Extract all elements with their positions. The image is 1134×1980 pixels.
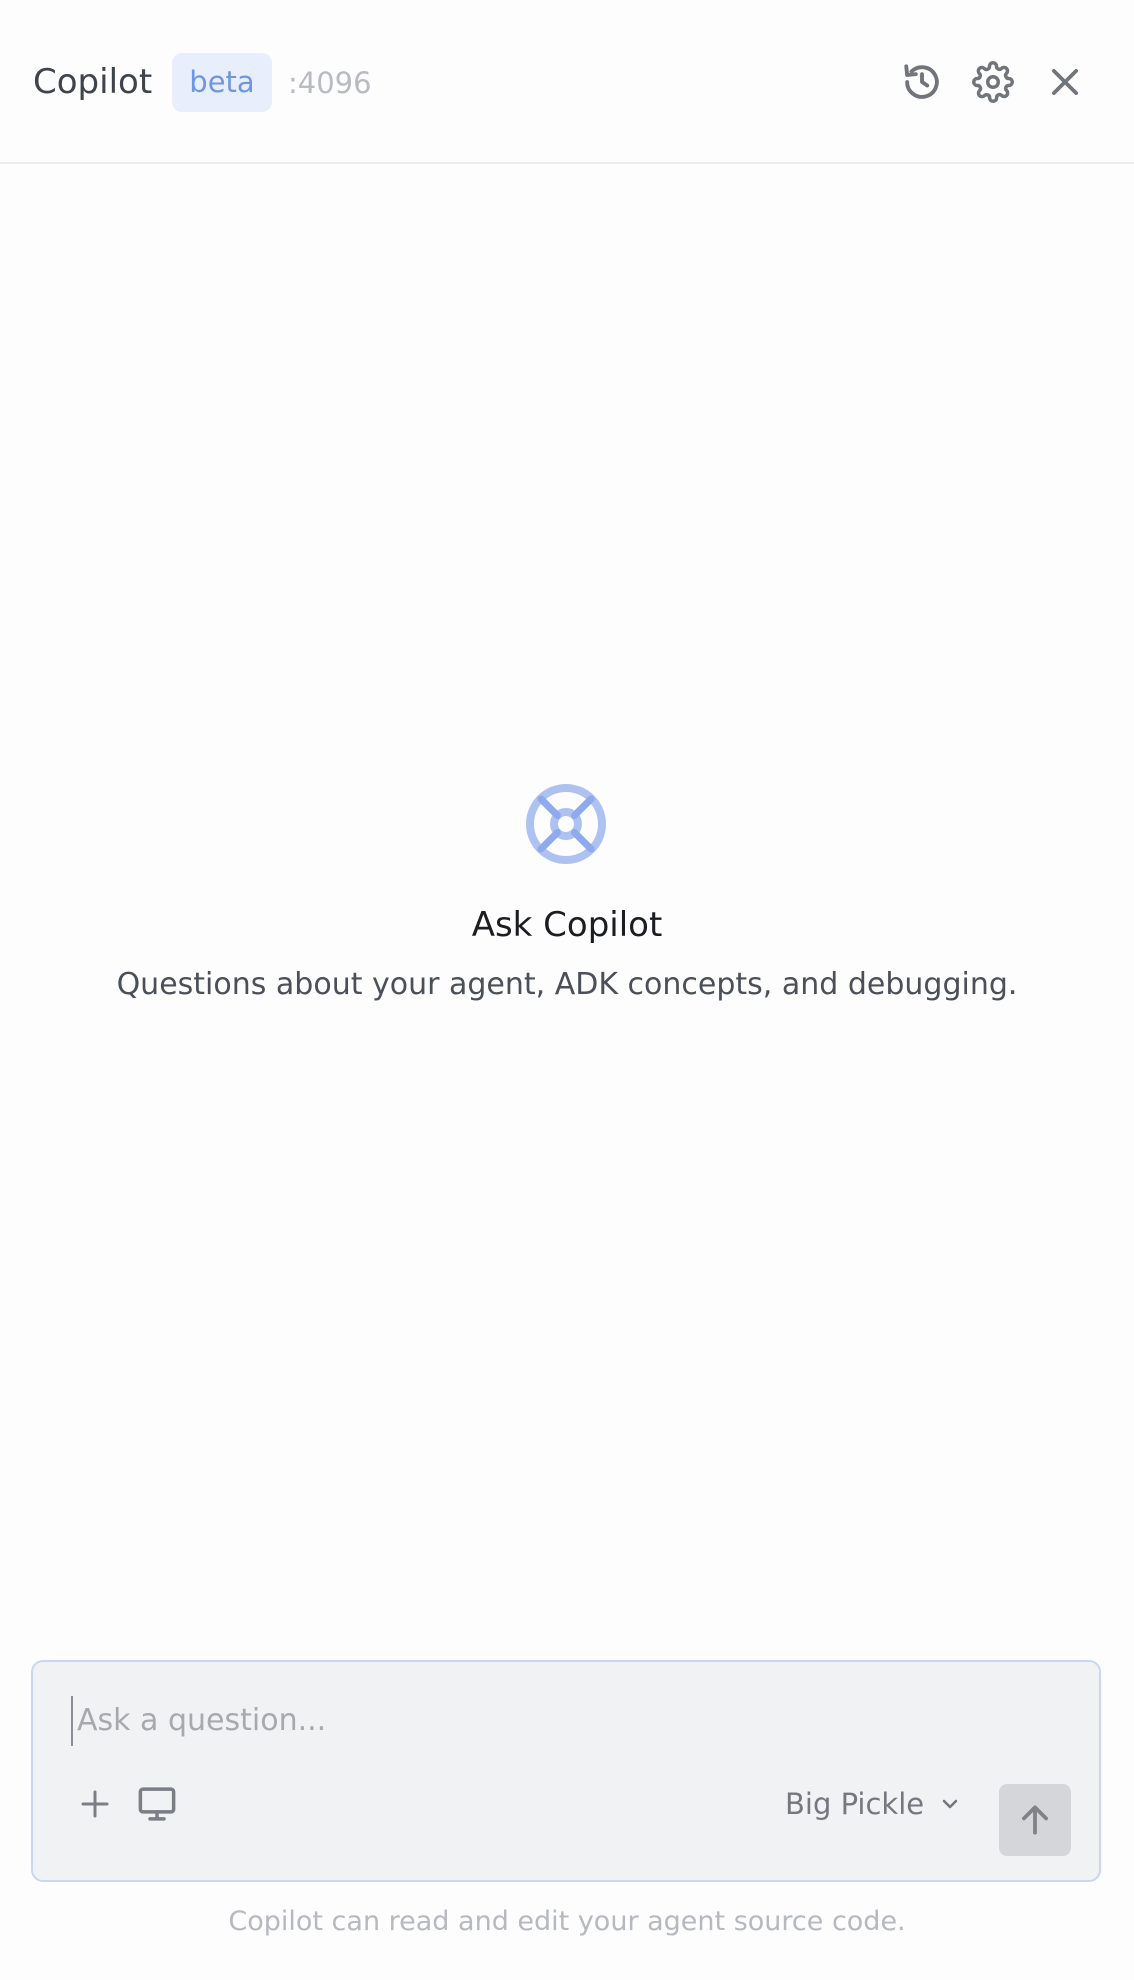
model-select-label: Big Pickle [785,1787,925,1821]
close-button[interactable] [1041,58,1089,106]
send-button[interactable] [999,1784,1071,1856]
footer-note: Copilot can read and edit your agent sou… [228,1906,906,1937]
gear-icon [972,61,1014,103]
chevron-down-icon [942,1799,958,1809]
plus-icon [81,1790,109,1818]
close-icon [1052,69,1078,95]
empty-state-title: Ask Copilot [471,905,663,945]
monitor-icon [138,1787,176,1821]
add-attachment-button[interactable] [71,1780,119,1828]
panel-title: Copilot [33,62,153,102]
history-icon [904,64,939,99]
question-input[interactable] [71,1696,977,1746]
panel-header: Copilot beta :4096 [0,0,1134,164]
copilot-panel: Copilot beta :4096 Ask Copilot Questions… [0,0,1134,1980]
screen-context-button[interactable] [133,1780,181,1828]
composer: Big Pickle [31,1660,1101,1882]
beta-badge: beta [172,53,272,112]
port-label: :4096 [288,66,372,100]
model-select[interactable]: Big Pickle [785,1780,962,1828]
settings-button[interactable] [969,58,1017,106]
empty-state-subtitle: Questions about your agent, ADK concepts… [116,967,1018,1002]
arrow-up-icon [1022,1805,1048,1835]
copilot-lifebuoy-icon [526,784,606,864]
history-button[interactable] [898,58,946,106]
